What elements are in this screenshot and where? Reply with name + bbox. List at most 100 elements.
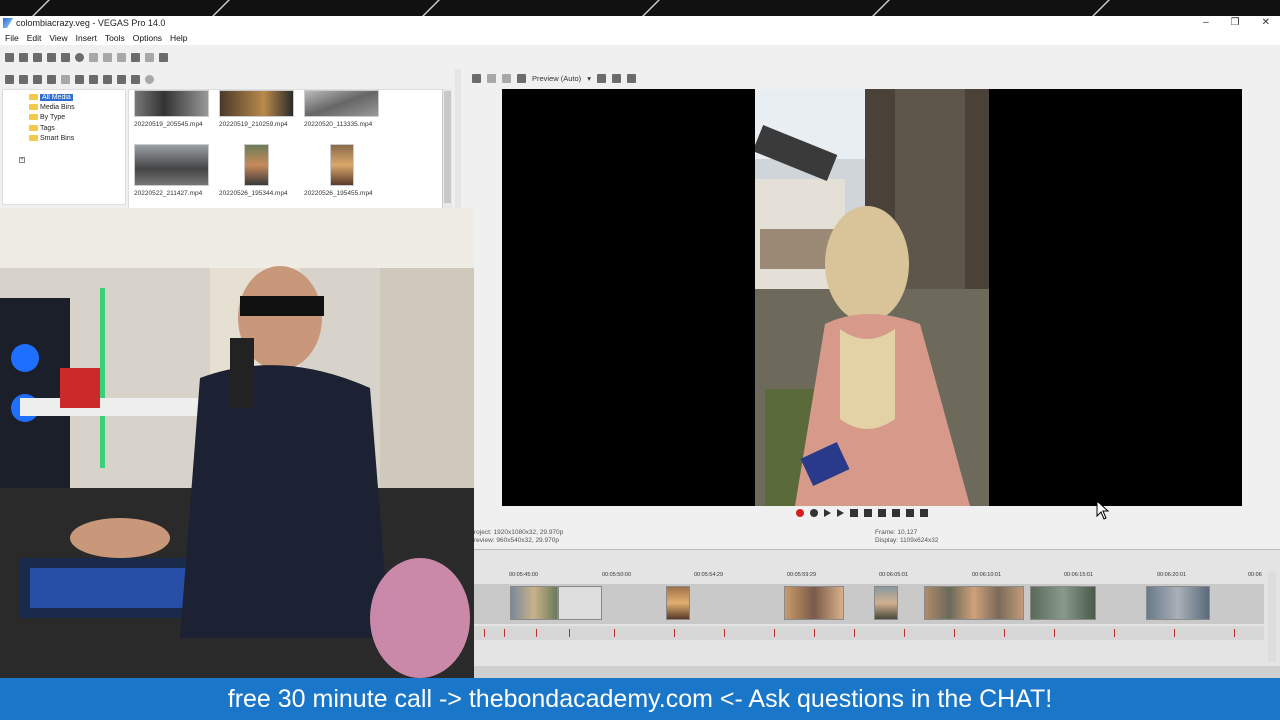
new-file-icon[interactable] <box>5 52 14 62</box>
video-preview[interactable] <box>502 89 1242 506</box>
video-clip[interactable] <box>1030 586 1096 620</box>
go-to-start-icon[interactable] <box>878 509 886 517</box>
video-clip[interactable] <box>874 586 898 620</box>
project-label: roject: <box>474 529 492 536</box>
tree-item-smart-bins[interactable]: Smart Bins <box>29 133 74 143</box>
media-thumbnail[interactable] <box>304 90 379 117</box>
menu-file[interactable]: File <box>0 31 19 45</box>
go-to-end-icon[interactable] <box>892 509 900 517</box>
save-snapshot-icon[interactable] <box>626 73 636 83</box>
video-clip[interactable] <box>924 586 1024 620</box>
folder-icon <box>29 94 38 100</box>
remove-media-icon[interactable] <box>47 74 56 84</box>
next-frame-icon[interactable] <box>920 509 928 517</box>
minimize-icon[interactable]: – <box>1203 17 1209 28</box>
expand-icon[interactable]: + <box>19 157 25 163</box>
import-media-icon[interactable] <box>5 74 14 84</box>
menu-tools[interactable]: Tools <box>100 31 125 45</box>
get-media-icon[interactable] <box>33 74 42 84</box>
main-toolbar <box>5 50 168 64</box>
loop-icon[interactable] <box>810 509 818 517</box>
mouse-cursor-icon <box>1096 500 1110 520</box>
ruler-tick: 00:05:45:00 <box>509 572 539 578</box>
auto-preview-icon[interactable] <box>89 74 98 84</box>
media-filename: 20220526_195455.mp4 <box>304 190 373 197</box>
overlays-icon[interactable] <box>502 73 511 83</box>
views-icon[interactable] <box>131 74 140 84</box>
search-icon[interactable] <box>145 74 154 84</box>
split-screen-icon[interactable] <box>487 73 496 83</box>
tree-item-all-media[interactable]: All Media <box>29 92 73 102</box>
chevron-down-icon[interactable]: ▾ <box>587 74 591 83</box>
redo-icon[interactable] <box>145 52 154 62</box>
transport-controls <box>796 509 928 517</box>
media-thumbnail[interactable] <box>244 144 269 186</box>
window-title: colombiacrazy.veg - VEGAS Pro 14.0 <box>16 18 166 28</box>
video-clip[interactable] <box>666 586 690 620</box>
ruler-tick: 00:05:50:00 <box>602 572 632 578</box>
preview-quality-icon[interactable] <box>517 73 526 83</box>
frame-value: 10,127 <box>897 529 918 536</box>
video-track[interactable] <box>474 584 1264 624</box>
help-icon[interactable] <box>159 52 168 62</box>
capture-icon[interactable] <box>19 74 28 84</box>
tree-item-label: All Media <box>40 93 73 101</box>
video-clip[interactable] <box>558 586 602 620</box>
play-from-start-icon[interactable] <box>824 509 831 517</box>
restore-icon[interactable]: ❐ <box>1231 17 1240 28</box>
display-value: 1109x624x32 <box>899 537 939 544</box>
close-icon[interactable]: ✕ <box>1262 17 1270 28</box>
tree-item-tags[interactable]: Tags <box>29 123 55 133</box>
open-folder-icon[interactable] <box>19 52 28 62</box>
media-thumbnail[interactable] <box>330 144 354 186</box>
title-bar: colombiacrazy.veg - VEGAS Pro 14.0 – ❐ ✕ <box>0 16 1280 31</box>
play-media-icon[interactable] <box>103 74 112 84</box>
stop-media-icon[interactable] <box>117 74 126 84</box>
tree-item-label: Media Bins <box>40 103 75 111</box>
ruler-tick: 00:06:20:01 <box>1157 572 1187 578</box>
save-icon[interactable] <box>33 52 42 62</box>
folder-icon <box>29 114 38 120</box>
menu-view[interactable]: View <box>44 31 67 45</box>
preview-label: review: <box>474 537 495 544</box>
tree-item-by-type[interactable]: By Type <box>29 112 65 122</box>
clear-icon[interactable] <box>61 74 70 84</box>
timeline-scrollbar[interactable] <box>1268 572 1276 662</box>
play-icon[interactable] <box>837 509 844 517</box>
stop-icon[interactable] <box>864 509 872 517</box>
menu-edit[interactable]: Edit <box>22 31 42 45</box>
audio-track[interactable] <box>474 626 1264 640</box>
copy-snapshot-icon[interactable] <box>611 73 621 83</box>
project-info: roject: 1920x1080x32, 29.970p review: 96… <box>474 529 563 545</box>
video-clip[interactable] <box>510 586 558 620</box>
properties-icon[interactable] <box>75 52 84 62</box>
grid-icon[interactable] <box>596 73 606 83</box>
media-thumbnail[interactable] <box>134 144 209 186</box>
menu-options[interactable]: Options <box>128 31 162 45</box>
tree-item-media-bins[interactable]: Media Bins <box>29 102 75 112</box>
record-icon[interactable] <box>796 509 804 517</box>
menu-help[interactable]: Help <box>165 31 187 45</box>
video-output-icon[interactable] <box>472 73 481 83</box>
pause-icon[interactable] <box>850 509 858 517</box>
menu-bar: File Edit View Insert Tools Options Help <box>0 31 1280 45</box>
media-scrollbar[interactable] <box>442 89 452 209</box>
save-as-icon[interactable] <box>47 52 56 62</box>
timeline-ruler[interactable]: 00:05:45:00 00:05:50:00 00:05:54:29 00:0… <box>474 572 1270 582</box>
paste-icon[interactable] <box>117 52 126 62</box>
video-clip[interactable] <box>1146 586 1210 620</box>
media-fx-icon[interactable] <box>75 74 84 84</box>
menu-insert[interactable]: Insert <box>71 31 97 45</box>
undo-icon[interactable] <box>131 52 140 62</box>
tree-item-label: By Type <box>40 113 66 121</box>
copy-icon[interactable] <box>103 52 112 62</box>
previous-frame-icon[interactable] <box>906 509 914 517</box>
media-thumbnail[interactable] <box>134 90 209 117</box>
display-label: Display: <box>875 537 899 544</box>
render-icon[interactable] <box>61 52 70 62</box>
cut-icon[interactable] <box>89 52 98 62</box>
preview-quality-dropdown[interactable]: Preview (Auto) <box>532 74 581 83</box>
frame-label: Frame: <box>875 529 896 536</box>
video-clip[interactable] <box>784 586 844 620</box>
media-thumbnail[interactable] <box>219 90 294 117</box>
